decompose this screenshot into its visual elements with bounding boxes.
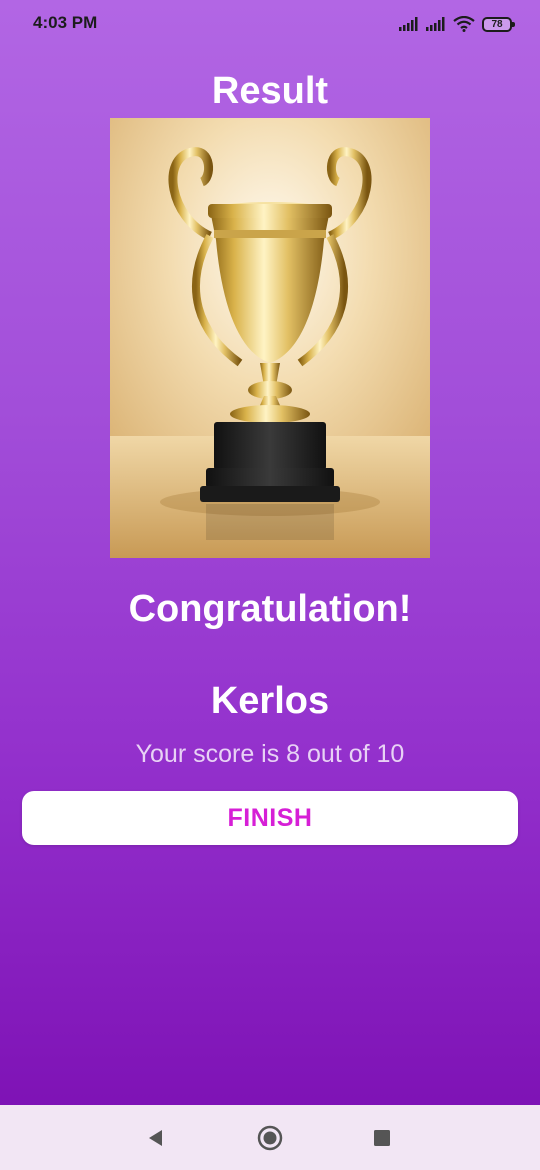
finish-button[interactable]: FINISH xyxy=(22,791,518,845)
signal-icon xyxy=(399,17,418,31)
player-name: Kerlos xyxy=(210,680,330,722)
wifi-icon xyxy=(453,16,475,32)
trophy-image xyxy=(110,118,430,558)
page-title: Result xyxy=(211,70,329,112)
recents-icon[interactable] xyxy=(367,1123,397,1153)
score-text: Your score is 8 out of 10 xyxy=(135,740,405,768)
status-icons: 78 xyxy=(399,12,515,36)
signal-icon xyxy=(426,17,445,31)
battery-level: 78 xyxy=(491,18,503,30)
status-bar: 4:03 PM 78 xyxy=(0,0,540,48)
home-icon[interactable] xyxy=(255,1123,285,1153)
congratulation-text: Congratulation! xyxy=(128,588,412,630)
navigation-bar xyxy=(0,1105,540,1170)
battery-icon: 78 xyxy=(482,16,515,32)
status-time: 4:03 PM xyxy=(33,13,98,32)
back-icon[interactable] xyxy=(141,1123,171,1153)
